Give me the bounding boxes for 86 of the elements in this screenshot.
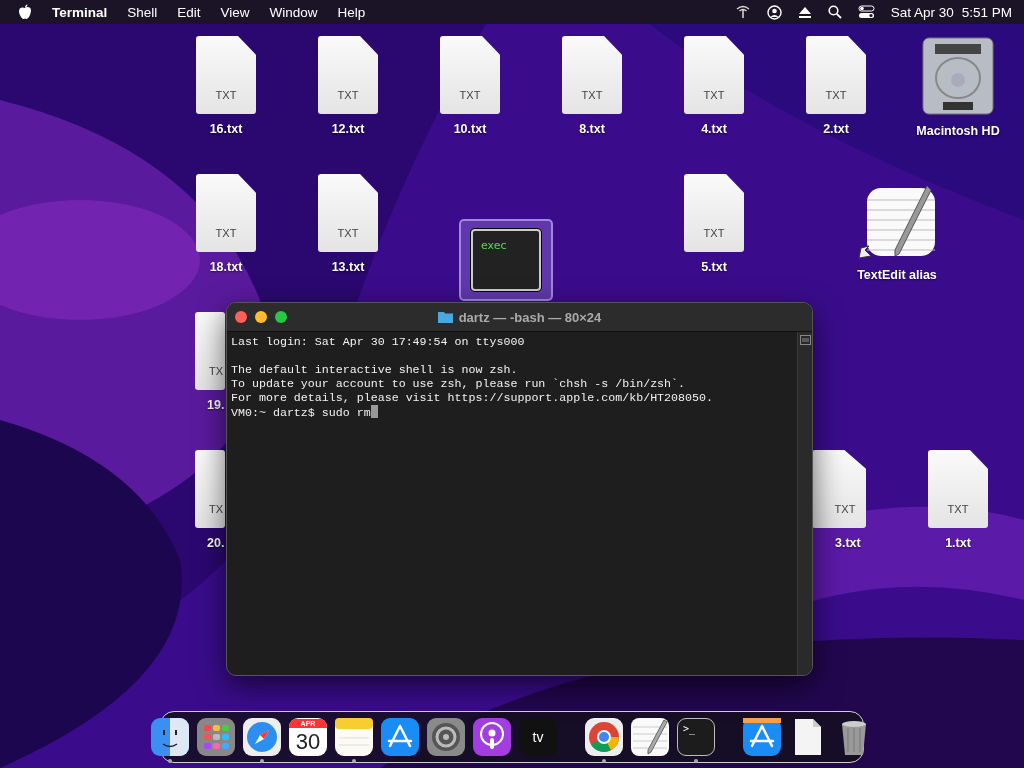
file-type-label: TXT xyxy=(215,89,237,101)
downloads-folder-icon[interactable] xyxy=(743,718,781,756)
apple-logo-icon[interactable] xyxy=(18,4,32,20)
file-name[interactable]: 10.txt xyxy=(453,122,487,136)
text-file-icon[interactable]: TXT xyxy=(196,36,256,114)
text-file-icon[interactable]: TXT xyxy=(318,36,378,114)
file-type-label: TXT xyxy=(337,227,359,239)
search-icon[interactable] xyxy=(827,5,842,19)
text-file-icon[interactable]: TXT xyxy=(812,450,866,528)
file-type-label: TX xyxy=(209,503,224,515)
terminal-icon[interactable]: >_ xyxy=(677,718,715,756)
control-center-icon[interactable] xyxy=(857,5,875,19)
file-name[interactable]: 5.txt xyxy=(701,260,727,274)
alias-name[interactable]: TextEdit alias xyxy=(857,268,937,282)
file-type-label: TXT xyxy=(947,503,969,515)
calendar-day: 30 xyxy=(295,727,321,756)
file-type-label: TXT xyxy=(703,227,725,239)
menu-item[interactable]: Edit xyxy=(177,4,201,20)
menu-bar-time[interactable]: 5:51 PM xyxy=(961,4,1012,20)
file-type-label: TX xyxy=(209,365,224,377)
text-file-icon[interactable]: TXT xyxy=(318,174,378,252)
file-name[interactable]: 18.txt xyxy=(209,260,243,274)
output-line: For more details, please visit https://support.apple.com/kb/HT208050. xyxy=(231,391,714,405)
file-name[interactable]: 1.txt xyxy=(945,536,971,550)
text-file-icon[interactable]: TXT xyxy=(196,174,256,252)
text-file-icon[interactable]: TXT xyxy=(562,36,622,114)
text-file-icon[interactable]: TXT xyxy=(806,36,866,114)
chrome-icon[interactable] xyxy=(585,718,623,756)
finder-icon[interactable] xyxy=(151,718,189,756)
minimize-button[interactable] xyxy=(255,311,267,323)
file-type-label: TXT xyxy=(459,89,481,101)
eject-icon[interactable] xyxy=(797,5,812,19)
text-file-icon[interactable]: TX xyxy=(195,312,225,390)
split-pane-icon[interactable] xyxy=(799,335,811,345)
user-icon[interactable] xyxy=(766,4,782,20)
text-cursor xyxy=(370,405,378,418)
tv-app-icon[interactable]: tv xyxy=(519,718,557,756)
file-name[interactable]: 8.txt xyxy=(579,122,605,136)
file-name[interactable]: 2.txt xyxy=(823,122,849,136)
selection-highlight[interactable]: exec xyxy=(459,219,553,301)
menu-item[interactable]: Window xyxy=(269,4,318,20)
drive-name[interactable]: Macintosh HD xyxy=(916,124,1000,138)
text-file-icon[interactable]: TXT xyxy=(928,450,988,528)
file-name[interactable]: 16.txt xyxy=(209,122,243,136)
text-file-icon[interactable]: TXT xyxy=(684,36,744,114)
zoom-button[interactable] xyxy=(275,311,287,323)
tv-label: tv xyxy=(532,729,544,745)
hard-drive-icon[interactable] xyxy=(921,36,995,116)
menu-item[interactable]: View xyxy=(220,4,250,20)
text-file-icon[interactable]: TXT xyxy=(440,36,500,114)
file-name[interactable]: 3.txt xyxy=(835,536,861,550)
file-type-label: TXT xyxy=(337,89,359,101)
file-type-label: TXT xyxy=(215,227,237,239)
file-type-label: TXT xyxy=(825,89,847,101)
output-line: The default interactive shell is now zsh. xyxy=(231,363,519,377)
file-name[interactable]: 19. xyxy=(207,398,225,412)
podcast-icon[interactable] xyxy=(473,718,511,756)
window-title: dartz — -bash — 80×24 xyxy=(458,309,602,325)
close-button[interactable] xyxy=(235,311,247,323)
text-file-icon[interactable]: TXT xyxy=(684,174,744,252)
compass-icon[interactable] xyxy=(243,718,281,756)
file-type-label: TXT xyxy=(581,89,603,101)
gear-icon[interactable] xyxy=(427,718,465,756)
app-menu[interactable]: Terminal xyxy=(52,4,108,20)
folder-icon xyxy=(437,311,453,323)
terminal-prompt-glyph: >_ xyxy=(683,723,696,734)
file-name[interactable]: 12.txt xyxy=(331,122,365,136)
file-name[interactable]: 20. xyxy=(207,536,225,550)
textedit-icon[interactable] xyxy=(631,718,669,756)
output-line: Last login: Sat Apr 30 17:49:54 on ttys000 xyxy=(231,335,526,349)
menu-bar-date[interactable]: Sat Apr 30 xyxy=(890,4,954,20)
app-store-icon[interactable] xyxy=(381,718,419,756)
command-line: VM0:~ dartz$ sudo rm xyxy=(231,406,371,419)
output-line: To update your account to use zsh, please run `chsh -s /bin/zsh`. xyxy=(231,377,687,391)
textedit-alias-icon[interactable] xyxy=(857,184,937,260)
file-name[interactable]: 4.txt xyxy=(701,122,727,136)
menu-item[interactable]: Help xyxy=(337,4,366,20)
antenna-icon[interactable] xyxy=(734,5,751,19)
file-type-label: TXT xyxy=(703,89,725,101)
text-file-icon[interactable]: TX xyxy=(195,450,225,528)
menu-item[interactable]: Shell xyxy=(127,4,158,20)
file-type-label: TXT xyxy=(834,503,856,515)
file-name[interactable]: 13.txt xyxy=(331,260,365,274)
launchpad-icon[interactable] xyxy=(197,718,235,756)
exec-label: exec xyxy=(481,239,507,252)
notes-icon[interactable] xyxy=(335,718,373,756)
